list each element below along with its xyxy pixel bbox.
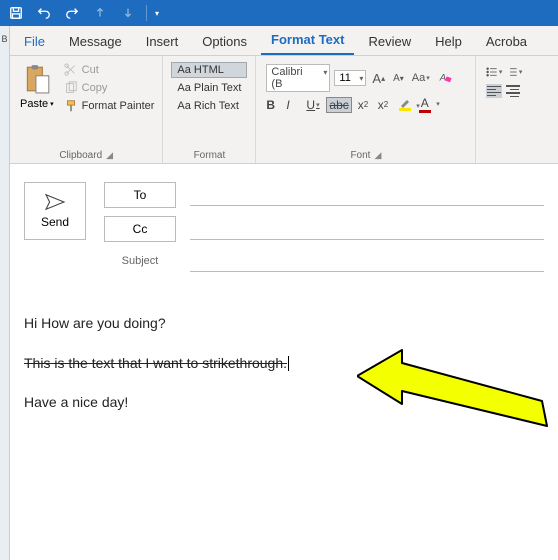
bullets-button[interactable]: ▾ [486,64,502,80]
group-format: Aa HTML Aa Plain Text Aa Rich Text Forma… [163,56,256,163]
html-format-button[interactable]: Aa HTML [171,62,247,78]
send-icon [44,193,66,211]
paste-icon [22,62,52,96]
strikethrough-button[interactable]: abc [326,97,351,113]
italic-button[interactable]: I [286,98,300,112]
tab-help[interactable]: Help [425,28,472,55]
font-size-combo[interactable]: 11▾ [334,70,366,86]
paintbrush-icon [64,99,78,113]
tab-options[interactable]: Options [192,28,257,55]
cc-button[interactable]: Cc [104,216,176,242]
paste-button[interactable]: Paste▾ [16,60,58,148]
align-center-button[interactable] [506,84,522,98]
bold-button[interactable]: B [266,98,280,112]
left-window-edge: B [0,26,10,560]
superscript-button[interactable]: x2 [378,98,392,112]
numbering-button[interactable]: ▾ [506,64,522,80]
subject-field[interactable] [190,250,544,272]
up-arrow-icon [90,3,110,23]
save-icon[interactable] [6,3,26,23]
clear-formatting-button[interactable]: A [436,71,454,85]
tab-acrobat[interactable]: Acroba [476,28,537,55]
font-name-combo[interactable]: Calibri (B▾ [266,64,330,92]
paste-label: Paste [20,98,48,110]
to-field[interactable] [190,184,544,206]
tab-insert[interactable]: Insert [136,28,189,55]
to-button[interactable]: To [104,182,176,208]
rich-text-button[interactable]: Aa Rich Text [171,98,247,114]
group-font: Calibri (B▾ 11▾ A▴ A▾ Aa▾ A B I U▾ abc x… [256,56,476,163]
cc-field[interactable] [190,218,544,240]
body-line-1: Hi How are you doing? [24,314,544,334]
tab-format-text[interactable]: Format Text [261,26,354,55]
align-left-button[interactable] [486,84,502,98]
group-paragraph: ▾ ▾ [476,56,532,163]
subscript-button[interactable]: x2 [358,98,372,112]
clipboard-launcher-icon[interactable]: ◢ [106,150,113,161]
scissors-icon [64,63,78,77]
underline-button[interactable]: U▾ [306,98,320,112]
font-launcher-icon[interactable]: ◢ [374,150,381,161]
shrink-font-button[interactable]: A▾ [391,73,406,84]
body-line-3: Have a nice day! [24,393,544,413]
redo-icon[interactable] [62,3,82,23]
highlight-button[interactable]: ▾ [398,98,412,111]
group-label-clipboard: Clipboard [59,150,102,161]
font-color-button[interactable]: A ▾ [418,96,432,113]
group-clipboard: Paste▾ Cut Copy Format Painter Clipboard… [10,56,163,163]
format-painter-button[interactable]: Format Painter [62,98,157,114]
send-button[interactable]: Send [24,182,86,240]
tab-review[interactable]: Review [358,28,421,55]
customize-qat-icon[interactable]: ▾ [155,9,159,18]
highlighter-icon [399,98,411,108]
copy-icon [64,81,78,95]
compose-header: Send To Cc Subject [10,164,558,290]
separator [146,5,147,21]
group-label-format: Format [194,150,226,161]
cut-button: Cut [62,62,157,78]
plain-text-button[interactable]: Aa Plain Text [171,80,247,96]
body-line-2-strikethrough: This is the text that I want to striketh… [24,355,287,371]
group-label-font: Font [350,150,370,161]
svg-text:A: A [439,73,446,84]
ribbon: Paste▾ Cut Copy Format Painter Clipboard… [10,56,558,164]
undo-icon[interactable] [34,3,54,23]
ribbon-tabs: File Message Insert Options Format Text … [10,26,558,56]
tab-message[interactable]: Message [59,28,132,55]
change-case-button[interactable]: Aa▾ [410,72,432,84]
text-cursor [288,356,289,371]
grow-font-button[interactable]: A▴ [370,71,387,86]
down-arrow-icon [118,3,138,23]
tab-file[interactable]: File [14,28,55,55]
copy-button: Copy [62,80,157,96]
eraser-icon: A [438,71,452,85]
quick-access-toolbar: ▾ [0,0,558,26]
subject-label: Subject [104,255,176,267]
message-body[interactable]: Hi How are you doing? This is the text t… [10,314,558,413]
